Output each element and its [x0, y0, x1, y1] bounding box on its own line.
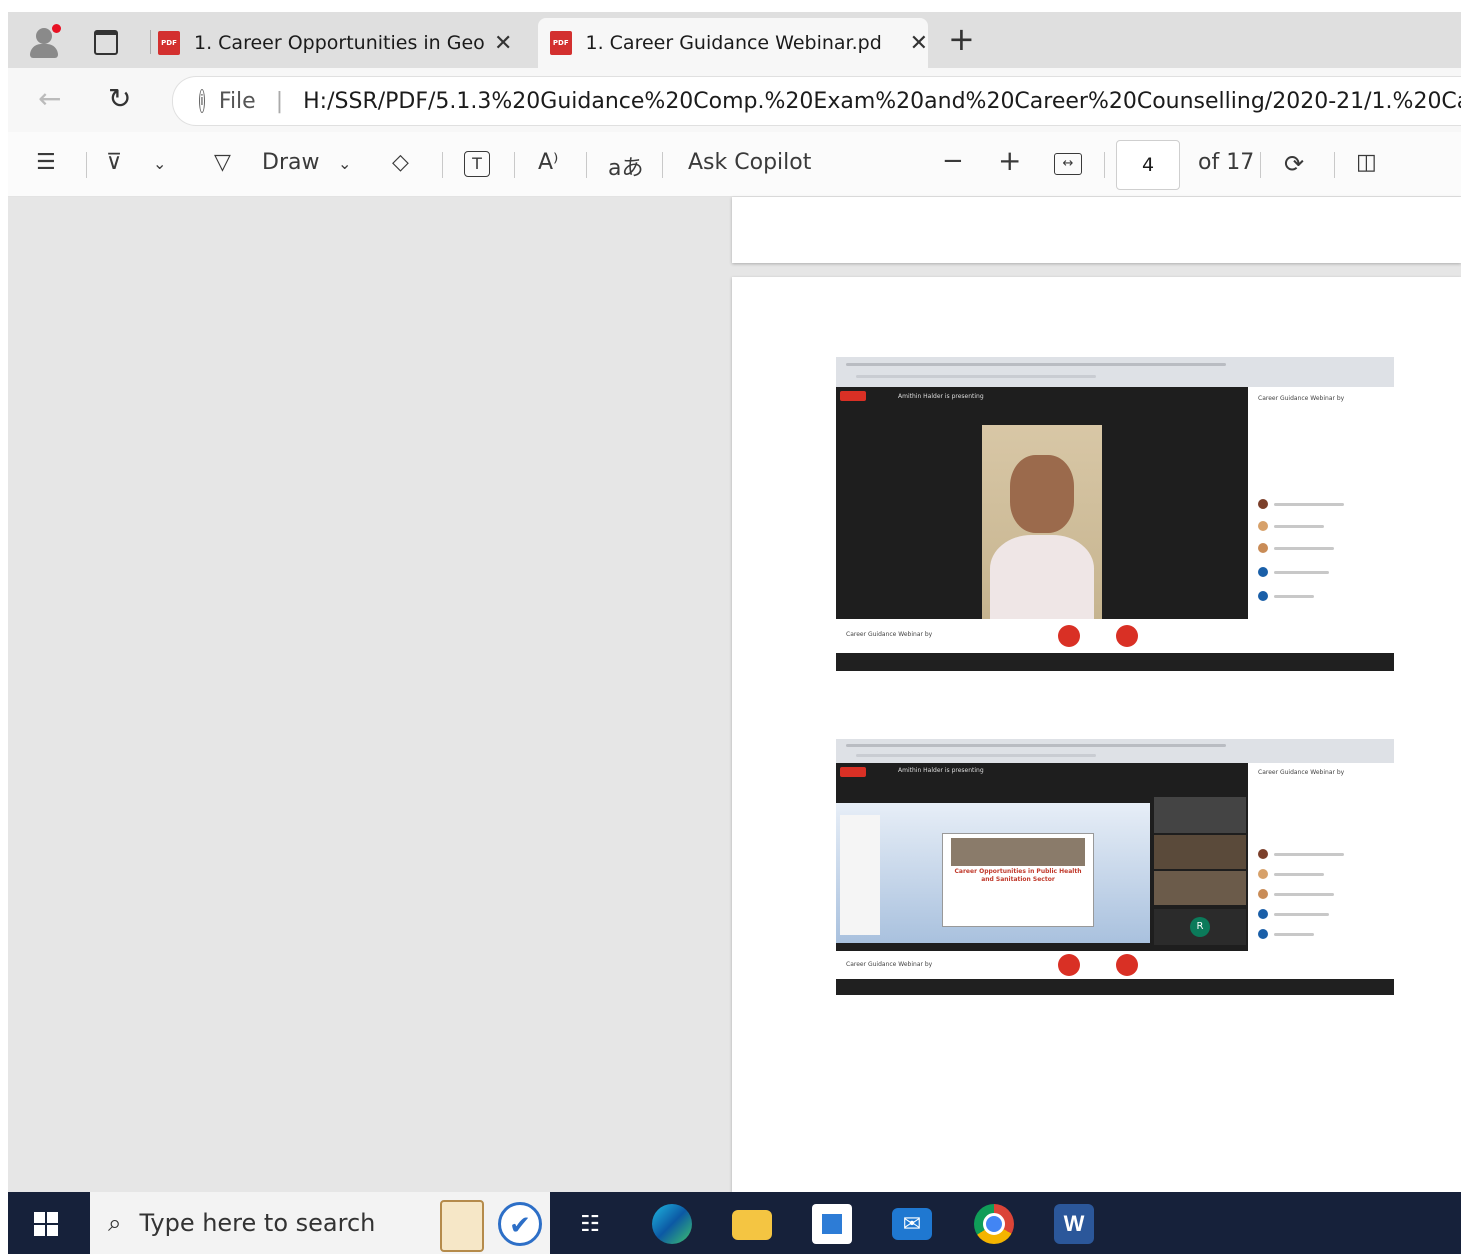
pdf-toolbar: ☰ ⊽ ⌄ ▽ Draw ⌄ ◇ T A⁾ aあ Ask Copilot − +…	[8, 132, 1461, 197]
meeting-video-area: Amithin Halder is presenting Career Oppo…	[836, 763, 1248, 951]
shared-slide: Career Opportunities in Public Health an…	[836, 803, 1150, 943]
translate-button[interactable]: aあ	[608, 150, 643, 182]
zoom-out-button[interactable]: −	[942, 146, 964, 176]
meeting-controls: Career Guidance Webinar by	[836, 619, 1394, 653]
panel-title: Career Guidance Webinar by	[1258, 769, 1345, 776]
toolbar-divider	[442, 152, 443, 178]
chevron-down-icon[interactable]: ⌄	[153, 154, 166, 173]
slide-title: Career Opportunities in Public Health an…	[954, 868, 1082, 883]
tab-career-guidance-webinar[interactable]: PDF 1. Career Guidance Webinar.pdf ✕	[538, 18, 928, 68]
notes-app-icon[interactable]	[440, 1200, 484, 1252]
zoom-in-button[interactable]: +	[998, 144, 1021, 177]
browser-window: PDF 1. Career Opportunities in Geolog ✕ …	[8, 12, 1461, 1254]
address-prefix: File	[218, 88, 256, 114]
panel-title: Career Guidance Webinar by	[1258, 395, 1345, 402]
eraser-icon[interactable]: ◇	[392, 150, 409, 175]
text-box-icon[interactable]: T	[464, 151, 490, 177]
toolbar-divider	[1334, 152, 1335, 178]
embedded-taskbar	[836, 979, 1394, 995]
embedded-taskbar	[836, 653, 1394, 671]
toolbar-divider	[1260, 152, 1261, 178]
draw-icon[interactable]: ▽	[214, 150, 231, 175]
taskbar-search-box[interactable]: ⌕ Type here to search ✔	[90, 1192, 550, 1254]
contents-icon[interactable]: ☰	[36, 150, 56, 175]
back-icon[interactable]: ←	[38, 82, 61, 115]
draw-button[interactable]: Draw	[262, 150, 319, 175]
tab-career-opportunities[interactable]: PDF 1. Career Opportunities in Geolog ✕	[158, 18, 534, 68]
address-bar[interactable]: i File | H:/SSR/PDF/5.1.3%20Guidance%20C…	[172, 76, 1461, 126]
refresh-icon[interactable]: ↻	[108, 82, 131, 115]
close-tab-icon[interactable]: ✕	[910, 31, 928, 56]
read-aloud-button[interactable]: A⁾	[538, 150, 558, 175]
pdf-icon: PDF	[550, 31, 572, 55]
toolbar-divider	[1104, 152, 1105, 178]
rec-badge	[840, 391, 866, 401]
url-text: H:/SSR/PDF/5.1.3%20Guidance%20Comp.%20Ex…	[303, 88, 1461, 114]
highlight-icon[interactable]: ⊽	[106, 150, 122, 175]
toolbar-divider	[514, 152, 515, 178]
meeting-controls: Career Guidance Webinar by	[836, 951, 1394, 979]
tab-label: 1. Career Guidance Webinar.pdf	[585, 32, 882, 54]
tab-strip: PDF 1. Career Opportunities in Geolog ✕ …	[8, 12, 1461, 68]
ask-copilot-button[interactable]: Ask Copilot	[688, 150, 811, 175]
toolbar-divider	[86, 152, 87, 178]
participants-panel: Career Guidance Webinar by	[1248, 763, 1394, 951]
toolbar-divider	[662, 152, 663, 178]
toolbar-divider	[586, 152, 587, 178]
page-total: of 17	[1198, 150, 1255, 175]
tab-actions-icon[interactable]	[94, 30, 118, 55]
pdf-page-previous	[732, 197, 1461, 263]
checklist-app-icon[interactable]: ✔	[498, 1202, 542, 1246]
task-view-icon[interactable]: ☷	[570, 1204, 610, 1244]
mail-icon[interactable]: ✉	[892, 1208, 932, 1240]
presenter-banner: Amithin Halder is presenting	[898, 393, 984, 400]
rotate-icon[interactable]: ⟳	[1284, 150, 1304, 178]
windows-start-icon[interactable]	[34, 1212, 58, 1236]
search-placeholder: Type here to search	[139, 1209, 376, 1237]
address-row: ← ↻ i File | H:/SSR/PDF/5.1.3%20Guidance…	[8, 68, 1461, 132]
page-number-input[interactable]: 4	[1116, 140, 1180, 190]
pdf-page-current: Amithin Halder is presenting Career Guid…	[732, 277, 1461, 1192]
tab-divider	[150, 30, 151, 54]
meeting-name: Career Guidance Webinar by	[846, 961, 933, 968]
chrome-icon[interactable]	[974, 1204, 1014, 1244]
meeting-name: Career Guidance Webinar by	[846, 631, 933, 638]
close-tab-icon[interactable]: ✕	[494, 31, 512, 56]
pdf-icon: PDF	[158, 31, 180, 55]
file-explorer-icon[interactable]	[732, 1210, 772, 1240]
store-icon[interactable]	[812, 1204, 852, 1244]
search-icon: ⌕	[108, 1209, 122, 1237]
edge-icon[interactable]	[652, 1204, 692, 1244]
tab-label: 1. Career Opportunities in Geolog	[194, 32, 484, 54]
embedded-browser-chrome	[836, 357, 1394, 387]
page-view-icon[interactable]: ◫	[1356, 150, 1377, 175]
embedded-browser-chrome	[836, 739, 1394, 763]
embedded-meeting-screenshot-1: Amithin Halder is presenting Career Guid…	[836, 357, 1394, 671]
participants-panel: Career Guidance Webinar by	[1248, 387, 1394, 619]
word-icon[interactable]: W	[1054, 1204, 1094, 1244]
presenter-banner: Amithin Halder is presenting	[898, 767, 984, 774]
fit-width-icon[interactable]: ↔	[1054, 153, 1082, 175]
presenter-video	[982, 425, 1102, 619]
new-tab-button[interactable]: +	[948, 20, 975, 58]
pdf-viewer[interactable]: Amithin Halder is presenting Career Guid…	[8, 197, 1461, 1192]
info-icon[interactable]: i	[199, 89, 205, 113]
address-divider: |	[275, 88, 284, 114]
windows-taskbar: ⌕ Type here to search ✔ ☷ ✉ W	[8, 1192, 1461, 1254]
meeting-video-area: Amithin Halder is presenting	[836, 387, 1248, 619]
chevron-down-icon[interactable]: ⌄	[338, 154, 351, 173]
embedded-meeting-screenshot-2: Amithin Halder is presenting Career Oppo…	[836, 739, 1394, 995]
profile-icon[interactable]	[30, 24, 61, 58]
